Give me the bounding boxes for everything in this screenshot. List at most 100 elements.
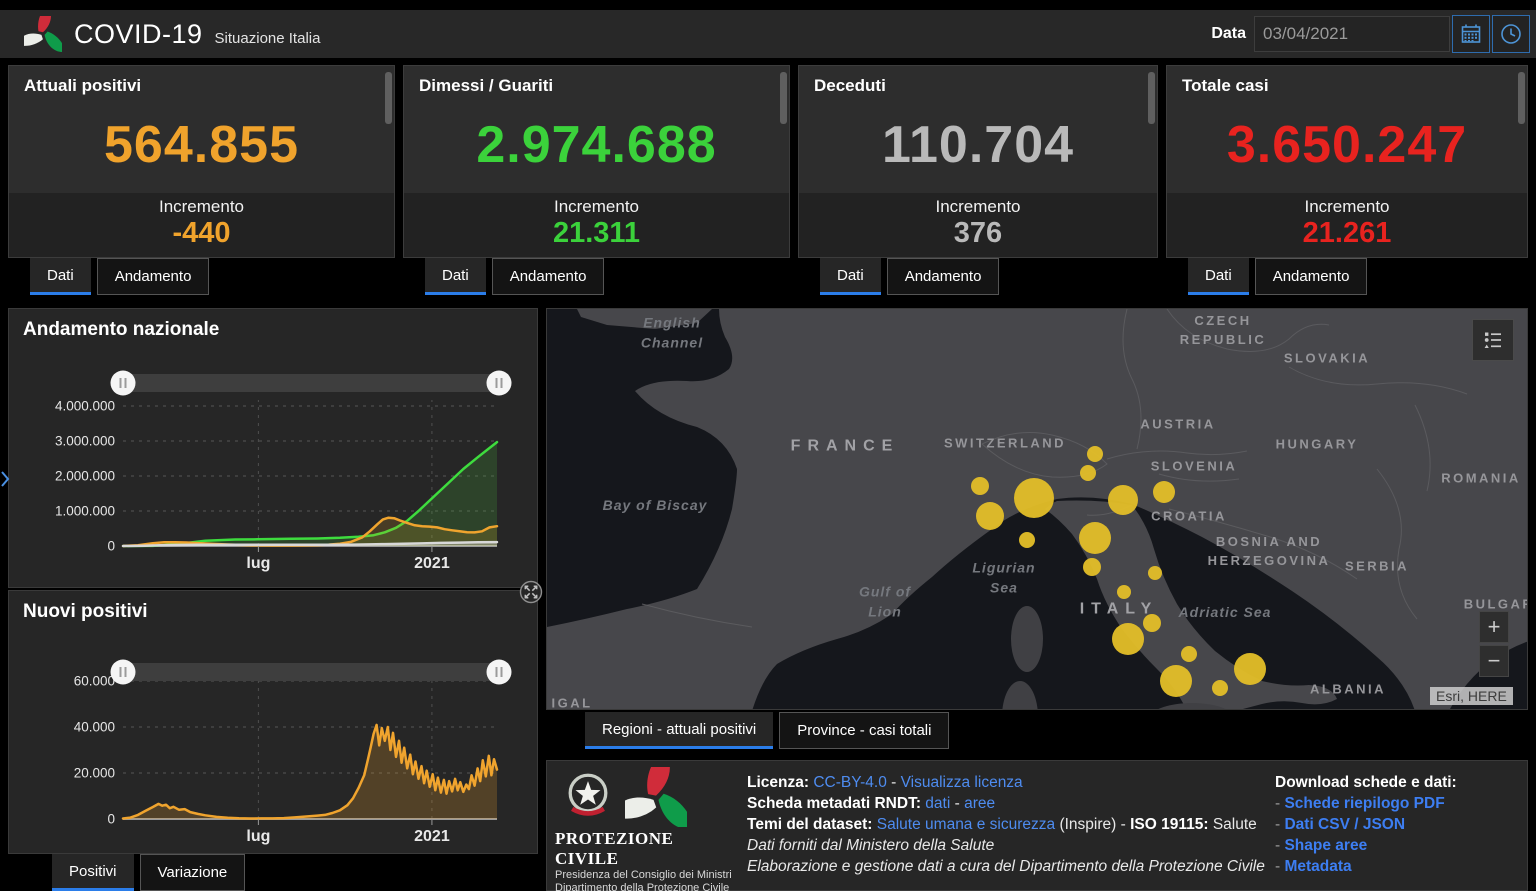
y-tick-label: 3.000.000	[55, 434, 115, 449]
stat-cards-row: Attuali positivi564.855Incremento-440Dat…	[8, 65, 1528, 295]
card-increment: Incremento-440	[9, 193, 394, 257]
region-bubble[interactable]	[1080, 465, 1096, 481]
region-bubble[interactable]	[1148, 566, 1162, 580]
download-link[interactable]: Metadata	[1284, 858, 1351, 875]
region-bubble[interactable]	[976, 502, 1004, 530]
download-row: - Schede riepilogo PDF	[1275, 793, 1527, 814]
stat-card-body: Deceduti110.704Incremento376	[798, 65, 1158, 258]
tab-dati[interactable]: Dati	[30, 258, 91, 295]
footer-link[interactable]: aree	[964, 795, 995, 812]
card-tabs: DatiAndamento	[820, 258, 1158, 295]
tab-positivi[interactable]: Positivi	[52, 854, 134, 891]
tab-andamento[interactable]: Andamento	[887, 258, 1000, 295]
org-line2: Dipartimento della Protezione Civile	[555, 882, 735, 891]
x-tick-label: lug	[246, 828, 270, 845]
tab-andamento[interactable]: Andamento	[492, 258, 605, 295]
panel-title: Nuovi positivi	[23, 601, 148, 623]
collapse-panel-chevron-icon[interactable]	[0, 468, 10, 490]
tab-andamento[interactable]: Andamento	[1255, 258, 1368, 295]
card-scrollbar[interactable]	[780, 72, 787, 124]
tab-andamento[interactable]: Andamento	[97, 258, 210, 295]
increment-label: Incremento	[404, 197, 789, 217]
card-title: Deceduti	[799, 66, 1157, 96]
slider-handle[interactable]	[487, 660, 512, 685]
legend-button[interactable]	[1472, 319, 1514, 361]
date-input[interactable]	[1254, 16, 1450, 52]
footer-link[interactable]: CC-BY-4.0	[813, 774, 887, 791]
map-tabs: Regioni - attuali positiviProvince - cas…	[585, 712, 955, 749]
card-tabs: DatiAndamento	[30, 258, 395, 295]
y-tick-label: 4.000.000	[55, 399, 115, 414]
license-row: Licenza: CC-BY-4.0 - Visualizza licenza	[747, 772, 1275, 793]
download-link[interactable]: Schede riepilogo PDF	[1284, 795, 1444, 812]
region-bubble[interactable]	[1212, 680, 1228, 696]
time-range-track	[123, 663, 499, 681]
region-bubble[interactable]	[1079, 522, 1111, 554]
increment-label: Incremento	[9, 197, 394, 217]
region-bubble[interactable]	[1019, 532, 1035, 548]
clock-icon	[1499, 22, 1523, 46]
tab-province-casi-totali[interactable]: Province - casi totali	[779, 712, 949, 749]
card-title: Dimessi / Guariti	[404, 66, 789, 96]
org-name: PROTEZIONE CIVILE	[555, 829, 735, 869]
region-bubble[interactable]	[1083, 558, 1101, 576]
region-bubble[interactable]	[1160, 665, 1192, 697]
time-range-track	[123, 374, 499, 392]
new-positives-tabs: PositiviVariazione	[52, 854, 251, 891]
region-bubble[interactable]	[1117, 585, 1131, 599]
region-bubble[interactable]	[1234, 653, 1266, 685]
y-tick-label: 20.000	[74, 766, 115, 781]
license-row: Temi del dataset: Salute umana e sicurez…	[747, 814, 1275, 835]
stat-card-body: Dimessi / Guariti2.974.688Incremento21.3…	[403, 65, 790, 258]
footer-link[interactable]: Visualizza licenza	[901, 774, 1023, 791]
region-bubble[interactable]	[1181, 646, 1197, 662]
map-zoom-controls: + −	[1479, 611, 1509, 677]
card-title: Attuali positivi	[9, 66, 394, 96]
stat-card: Attuali positivi564.855Incremento-440Dat…	[8, 65, 395, 295]
tab-regioni-attuali-positivi[interactable]: Regioni - attuali positivi	[585, 712, 773, 749]
map-attribution: Esri, HERE	[1430, 687, 1513, 705]
card-scrollbar[interactable]	[1148, 72, 1155, 124]
tab-dati[interactable]: Dati	[820, 258, 881, 295]
expand-icon[interactable]	[519, 580, 543, 604]
slider-handle[interactable]	[111, 660, 136, 685]
card-title: Totale casi	[1167, 66, 1527, 96]
license-row: Elaborazione e gestione dati a cura del …	[747, 856, 1275, 877]
footer-text: Salute	[1213, 816, 1257, 833]
increment-value: 21.311	[404, 217, 789, 249]
footer-text: Temi del dataset:	[747, 816, 877, 833]
map-panel[interactable]: English ChannelFRANCESWITZERLANDBay of B…	[546, 308, 1528, 710]
region-bubble[interactable]	[971, 477, 989, 495]
org-line1: Presidenza del Consiglio dei Ministri	[555, 869, 735, 882]
calendar-button[interactable]	[1452, 15, 1490, 53]
new-positives-chart: 020.00040.00060.000lug2021	[9, 591, 537, 853]
increment-value: -440	[9, 217, 394, 249]
card-value: 3.650.247	[1167, 96, 1527, 193]
slider-handle[interactable]	[487, 371, 512, 396]
region-bubble[interactable]	[1153, 481, 1175, 503]
region-bubble[interactable]	[1143, 614, 1161, 632]
license-block: Licenza: CC-BY-4.0 - Visualizza licenza S…	[735, 761, 1275, 890]
card-scrollbar[interactable]	[385, 72, 392, 124]
card-scrollbar[interactable]	[1518, 72, 1525, 124]
tab-variazione[interactable]: Variazione	[140, 854, 246, 891]
y-tick-label: 0	[107, 539, 115, 554]
footer-link[interactable]: Salute umana e sicurezza	[877, 816, 1055, 833]
region-bubble[interactable]	[1108, 485, 1138, 515]
region-bubble[interactable]	[1112, 623, 1144, 655]
region-bubble[interactable]	[1014, 478, 1054, 518]
zoom-out-button[interactable]: −	[1479, 645, 1509, 677]
national-trend-chart: 01.000.0002.000.0003.000.0004.000.000lug…	[9, 309, 537, 587]
zoom-in-button[interactable]: +	[1479, 611, 1509, 643]
tab-dati[interactable]: Dati	[425, 258, 486, 295]
download-link[interactable]: Shape aree	[1284, 837, 1367, 854]
download-link[interactable]: Dati CSV / JSON	[1284, 816, 1405, 833]
footer-text: ISO 19115:	[1130, 816, 1213, 833]
slider-handle[interactable]	[111, 371, 136, 396]
footer-link[interactable]: dati	[925, 795, 950, 812]
tab-dati[interactable]: Dati	[1188, 258, 1249, 295]
download-row: - Metadata	[1275, 856, 1527, 877]
time-button[interactable]	[1492, 15, 1530, 53]
y-tick-label: 0	[107, 812, 115, 827]
region-bubble[interactable]	[1087, 446, 1103, 462]
